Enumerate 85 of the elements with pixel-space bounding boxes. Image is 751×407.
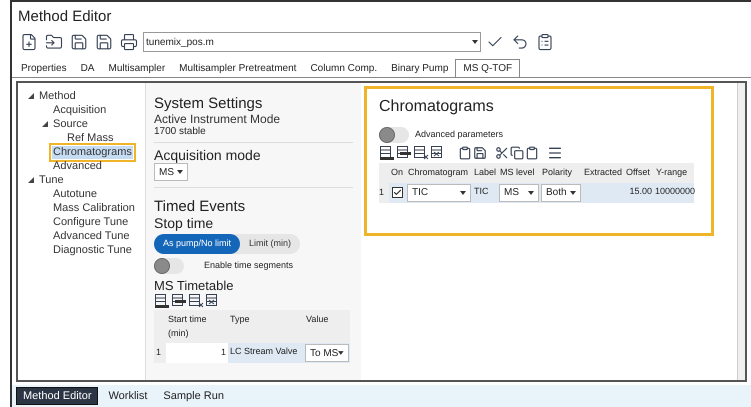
method-file-dropdown[interactable]: tunemix_pos.m: [143, 32, 481, 52]
table-cell: TIC: [472, 182, 498, 202]
chromatogram-dropdown[interactable]: TIC: [407, 184, 471, 202]
segment-option[interactable]: Limit (min): [240, 234, 300, 254]
tree-item[interactable]: Chromatograms: [52, 146, 133, 158]
rows-icon[interactable]: [547, 145, 563, 161]
tree-item[interactable]: Advanced Tune: [52, 230, 130, 242]
field-value: 1700 stable: [154, 126, 207, 138]
field-label: Active Instrument Mode: [154, 112, 282, 126]
column-header: Polarity: [540, 163, 582, 182]
caret-icon: [460, 190, 466, 194]
column-header: Type: [228, 310, 304, 343]
toggle-label: Advanced parameters: [415, 128, 504, 142]
caret-icon: [338, 351, 344, 355]
printer-icon[interactable]: [118, 31, 140, 53]
field-label: Stop time: [154, 215, 214, 231]
column-header: Value: [304, 310, 350, 343]
window-title: Method Editor: [17, 7, 112, 27]
row-number: 1: [379, 182, 389, 202]
scrollbar[interactable]: [737, 83, 745, 380]
table-cell: 15.00: [624, 182, 654, 202]
tab[interactable]: DA: [74, 59, 102, 77]
tree-item[interactable]: Acquisition: [52, 104, 108, 116]
save-icon[interactable]: [473, 146, 487, 160]
tab[interactable]: Multisampler Pretreatment: [172, 59, 304, 77]
tree-item[interactable]: Advanced: [52, 160, 103, 172]
column-header: Extracted: [582, 163, 624, 182]
caret-icon: [528, 190, 534, 194]
section-title: Chromatograms: [379, 97, 495, 117]
tree-item[interactable]: Mass Calibration: [52, 202, 136, 214]
column-header: Offset: [624, 163, 654, 182]
toggle-switch[interactable]: [379, 127, 409, 143]
tree-item[interactable]: Diagnostic Tune: [52, 244, 133, 256]
paste-icon[interactable]: [458, 146, 472, 160]
table-row-icon[interactable]: [396, 145, 412, 161]
column-header: Chromatogram: [406, 163, 472, 182]
column-header: Y-range: [654, 163, 694, 182]
acquisition-mode-dropdown[interactable]: MS: [154, 163, 188, 181]
checkbox[interactable]: [392, 187, 403, 198]
polarity-dropdown[interactable]: Both: [541, 184, 581, 202]
tree-item[interactable]: Configure Tune: [52, 216, 130, 228]
table-row-icon[interactable]: [154, 293, 170, 309]
caret-icon: [177, 170, 183, 174]
toggle-label: Enable time segments: [204, 259, 294, 272]
column-header: MS level: [498, 163, 540, 182]
tree-item[interactable]: Ref Mass: [66, 132, 114, 144]
toggle-switch[interactable]: [154, 258, 184, 274]
caret-icon: [570, 190, 576, 194]
tree-item[interactable]: Tune: [38, 174, 65, 186]
expand-arrow-icon[interactable]: [42, 121, 48, 127]
column-header: Label: [472, 163, 498, 182]
cut-icon[interactable]: [495, 146, 509, 160]
expand-arrow-icon[interactable]: [28, 93, 34, 99]
tab[interactable]: MS Q-TOF: [455, 59, 520, 77]
table-row-icon[interactable]: [379, 145, 395, 161]
table-cell: 10000000: [654, 182, 694, 202]
column-header: Start time (min): [166, 310, 228, 343]
column-header: On: [389, 163, 406, 182]
tab[interactable]: Column Comp.: [303, 59, 384, 77]
section-title: MS Timetable: [154, 278, 234, 293]
table-row-icon[interactable]: [413, 145, 429, 161]
expand-arrow-icon[interactable]: [28, 177, 34, 183]
tab[interactable]: Properties: [14, 59, 74, 77]
value-dropdown[interactable]: To MS: [305, 344, 349, 362]
bottom-tab[interactable]: Sample Run: [157, 387, 230, 405]
table-cell: 1: [166, 343, 228, 363]
field-label: Acquisition mode: [154, 147, 262, 163]
section-title: System Settings: [154, 95, 264, 112]
bottom-tab[interactable]: Worklist: [102, 387, 154, 405]
table-row-icon[interactable]: [171, 293, 187, 309]
tree-item[interactable]: Source: [52, 118, 89, 130]
bottom-tab[interactable]: Method Editor: [16, 387, 98, 405]
tab[interactable]: Binary Pump: [384, 59, 456, 77]
paste-icon[interactable]: [525, 146, 539, 160]
row-number: 1: [154, 343, 166, 363]
caret-icon: [472, 40, 478, 44]
tree-item[interactable]: Method: [38, 90, 77, 102]
section-title: Timed Events: [154, 198, 246, 215]
segment-option[interactable]: As pump/No limit: [154, 234, 240, 254]
copy-icon[interactable]: [510, 146, 524, 160]
tree-item[interactable]: Autotune: [52, 188, 98, 200]
tab[interactable]: Multisampler: [101, 59, 172, 77]
table-cell: LC Stream Valve: [228, 343, 304, 363]
ms-level-dropdown[interactable]: MS: [499, 184, 539, 202]
table-row-icon[interactable]: [188, 293, 204, 309]
